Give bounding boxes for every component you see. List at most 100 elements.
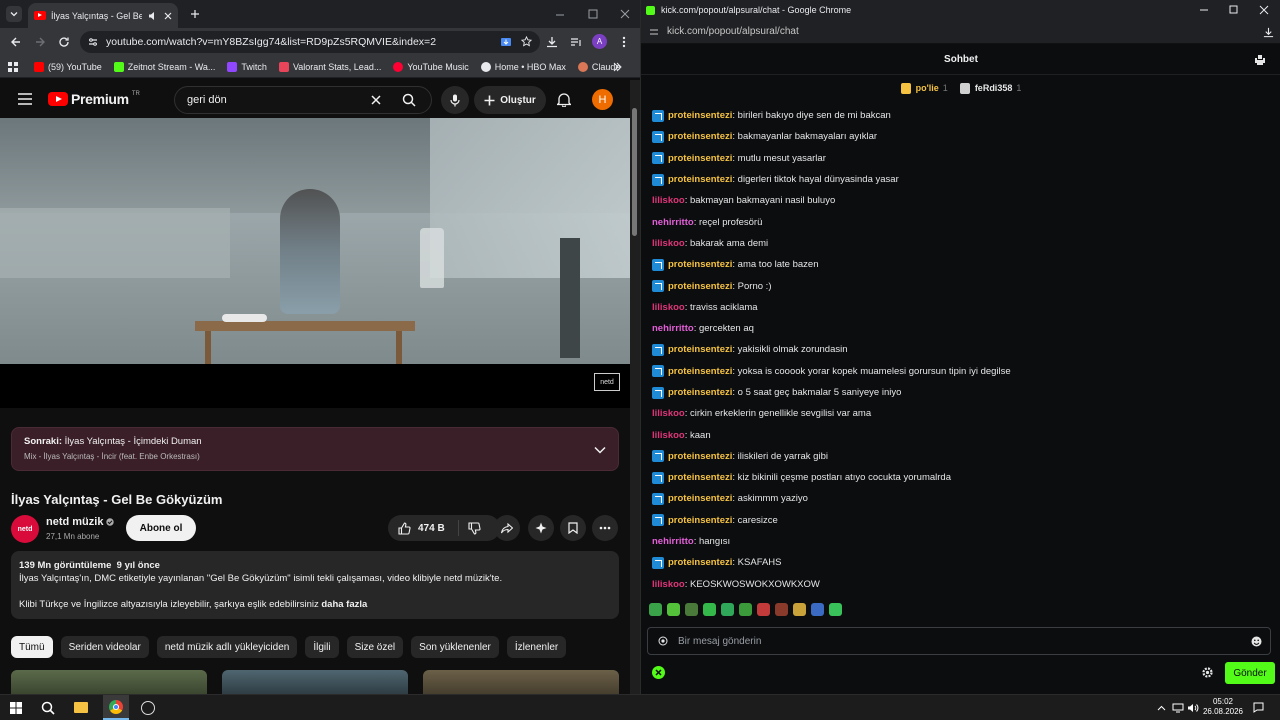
chat-username[interactable]: proteinsentezi bbox=[668, 472, 732, 483]
chat-username[interactable]: liliskoo bbox=[652, 408, 685, 419]
show-more-link[interactable]: daha fazla bbox=[321, 599, 367, 610]
subscribe-button[interactable]: Abone ol bbox=[126, 515, 196, 541]
emote-icon[interactable] bbox=[811, 603, 824, 616]
minimize-button[interactable] bbox=[555, 8, 567, 20]
address-bar[interactable]: youtube.com/watch?v=mY8BZsIgg74&list=RD9… bbox=[80, 31, 540, 53]
chat-username[interactable]: proteinsentezi bbox=[668, 259, 732, 270]
maximize-icon[interactable] bbox=[1229, 5, 1239, 15]
bookmark-zeitnot[interactable]: Zeitnot Stream - Wa... bbox=[113, 61, 215, 72]
youtube-premium-logo[interactable]: Premium TR bbox=[48, 91, 140, 107]
chat-username[interactable]: proteinsentezi bbox=[668, 174, 732, 185]
apps-grid-icon[interactable] bbox=[8, 62, 18, 72]
send-button[interactable]: Gönder bbox=[1225, 662, 1275, 684]
settings-gear-icon[interactable] bbox=[1201, 666, 1214, 679]
chat-username[interactable]: proteinsentezi bbox=[668, 131, 732, 142]
emote-icon[interactable] bbox=[667, 603, 680, 616]
emote-icon[interactable] bbox=[721, 603, 734, 616]
search-button[interactable] bbox=[387, 87, 431, 113]
chip-series[interactable]: Seriden videolar bbox=[60, 636, 149, 658]
bookmark-hbo[interactable]: Home • HBO Max bbox=[480, 61, 566, 72]
emote-icon[interactable] bbox=[775, 603, 788, 616]
chat-username[interactable]: proteinsentezi bbox=[668, 110, 732, 121]
chip-all[interactable]: Tümü bbox=[11, 636, 53, 658]
media-control-icon[interactable] bbox=[570, 36, 582, 48]
windows-start-icon[interactable] bbox=[10, 702, 22, 714]
app-taskbar-icon[interactable] bbox=[141, 701, 155, 715]
create-button[interactable]: Oluştur bbox=[474, 86, 546, 114]
gifter-name[interactable]: po'lie bbox=[916, 83, 939, 93]
site-info-icon[interactable] bbox=[649, 27, 659, 37]
chip-uploader[interactable]: netd müzik adlı yükleyiciden bbox=[156, 636, 298, 658]
emote-icon[interactable] bbox=[685, 603, 698, 616]
share-button[interactable] bbox=[494, 515, 520, 541]
notifications-bell-icon[interactable] bbox=[557, 92, 571, 107]
minimize-icon[interactable] bbox=[1199, 5, 1209, 15]
hamburger-menu-icon[interactable] bbox=[18, 93, 32, 105]
network-icon[interactable] bbox=[1172, 703, 1184, 713]
close-icon[interactable] bbox=[1259, 5, 1269, 15]
thumbs-down-icon[interactable] bbox=[468, 522, 481, 535]
chat-username[interactable]: liliskoo bbox=[652, 302, 685, 313]
back-arrow-icon[interactable] bbox=[10, 36, 22, 48]
chat-message-list[interactable]: proteinsentezi: birileri bakıyo diye sen… bbox=[652, 105, 1267, 595]
video-thumbnail[interactable] bbox=[423, 670, 619, 694]
new-tab-button[interactable] bbox=[188, 7, 202, 21]
bookmark-twitch[interactable]: Twitch bbox=[227, 61, 267, 72]
chip-watched[interactable]: İzlenenler bbox=[506, 636, 567, 658]
emote-icon[interactable] bbox=[829, 603, 842, 616]
chat-username[interactable]: proteinsentezi bbox=[668, 387, 732, 398]
chat-username[interactable]: proteinsentezi bbox=[668, 515, 732, 526]
save-button[interactable] bbox=[560, 515, 586, 541]
chat-username[interactable]: nehirritto bbox=[652, 536, 694, 547]
volume-icon[interactable] bbox=[1187, 703, 1199, 713]
emote-icon[interactable] bbox=[649, 603, 662, 616]
video-thumbnail[interactable] bbox=[11, 670, 207, 694]
bookmark-youtube-music[interactable]: YouTube Music bbox=[393, 61, 469, 72]
chevron-down-icon[interactable] bbox=[594, 446, 606, 454]
search-input[interactable]: geri dön bbox=[174, 86, 432, 114]
install-app-icon[interactable] bbox=[500, 36, 512, 48]
clear-search-icon[interactable] bbox=[371, 95, 381, 105]
chat-username[interactable]: nehirritto bbox=[652, 323, 694, 334]
chat-username[interactable]: liliskoo bbox=[652, 430, 685, 441]
more-actions-button[interactable] bbox=[592, 515, 618, 541]
close-tab-icon[interactable] bbox=[164, 12, 172, 20]
ask-ai-button[interactable] bbox=[528, 515, 554, 541]
voice-search-button[interactable] bbox=[441, 86, 469, 114]
browser-tab-youtube[interactable]: İlyas Yalçıntaş - Gel Be Gökyü bbox=[28, 3, 178, 28]
chat-username[interactable]: liliskoo bbox=[652, 195, 685, 206]
up-next-panel[interactable]: Sonraki: İlyas Yalçıntaş - İçimdeki Duma… bbox=[11, 427, 619, 471]
notification-center-icon[interactable] bbox=[1253, 702, 1264, 713]
gifter-name[interactable]: feRdi358 bbox=[975, 83, 1013, 93]
bookmark-youtube[interactable]: (59) YouTube bbox=[34, 61, 102, 72]
forward-arrow-icon[interactable] bbox=[34, 36, 46, 48]
chat-username[interactable]: nehirritto bbox=[652, 217, 694, 228]
chip-for-you[interactable]: Size özel bbox=[346, 636, 404, 658]
download-icon[interactable] bbox=[546, 36, 558, 48]
chat-username[interactable]: proteinsentezi bbox=[668, 153, 732, 164]
speaker-icon[interactable] bbox=[148, 11, 158, 21]
chat-username[interactable]: liliskoo bbox=[652, 238, 685, 249]
scrollbar-thumb[interactable] bbox=[632, 108, 637, 236]
maximize-button[interactable] bbox=[588, 8, 600, 20]
chat-username[interactable]: proteinsentezi bbox=[668, 557, 732, 568]
description-box[interactable]: 139 Mn görüntüleme 9 yıl önce İlyas Yalç… bbox=[11, 551, 619, 619]
emoji-icon[interactable] bbox=[1251, 636, 1262, 647]
chat-username[interactable]: proteinsentezi bbox=[668, 366, 732, 377]
tab-search-button[interactable] bbox=[6, 6, 22, 22]
emote-icon[interactable] bbox=[793, 603, 806, 616]
chat-username[interactable]: liliskoo bbox=[652, 579, 685, 590]
clock[interactable]: 05:02 26.08.2026 bbox=[1200, 697, 1246, 717]
video-thumbnail[interactable] bbox=[222, 670, 408, 694]
user-avatar[interactable]: H bbox=[592, 89, 613, 110]
bookmark-valorant[interactable]: Valorant Stats, Lead... bbox=[278, 61, 381, 72]
file-explorer-icon[interactable] bbox=[74, 702, 88, 713]
search-icon[interactable] bbox=[41, 701, 55, 715]
page-scrollbar[interactable] bbox=[630, 80, 640, 694]
close-window-button[interactable] bbox=[620, 8, 632, 20]
chat-username[interactable]: proteinsentezi bbox=[668, 451, 732, 462]
profile-avatar[interactable]: A bbox=[592, 34, 607, 49]
chat-username[interactable]: proteinsentezi bbox=[668, 344, 732, 355]
emote-icon[interactable] bbox=[739, 603, 752, 616]
chat-message-input[interactable]: Bir mesaj gönderin bbox=[647, 627, 1271, 655]
